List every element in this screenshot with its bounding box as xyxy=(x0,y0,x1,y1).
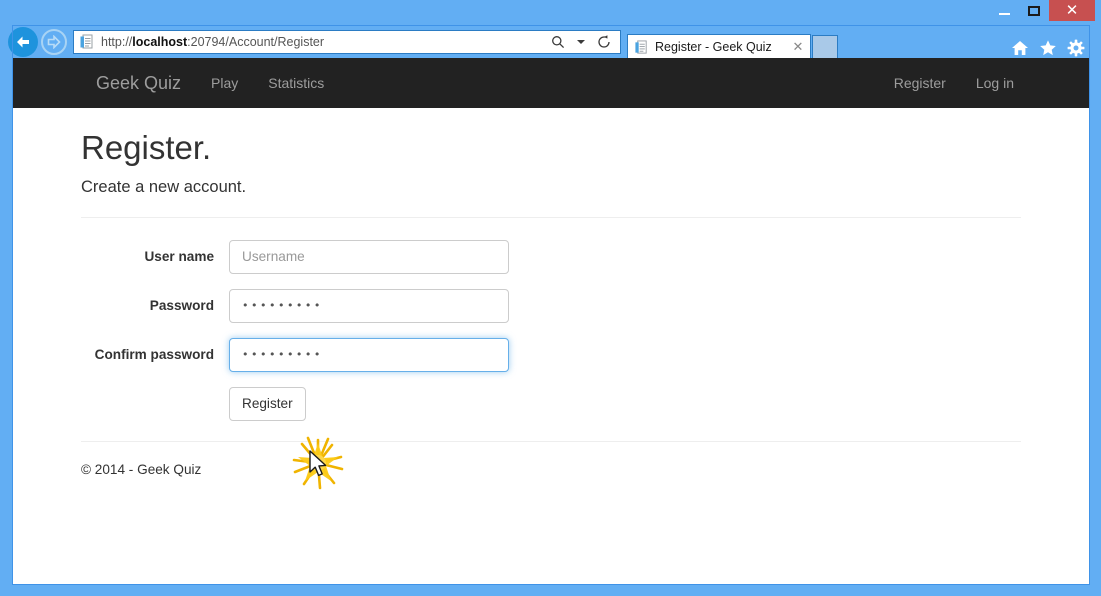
url-path: :20794/Account/Register xyxy=(187,35,324,49)
browser-toolbar: http://localhost:20794/Account/Register xyxy=(12,25,1090,58)
chevron-down-icon[interactable] xyxy=(571,32,591,52)
site-brand[interactable]: Geek Quiz xyxy=(81,58,196,108)
browser-tab[interactable]: Register - Geek Quiz ✕ xyxy=(627,34,811,59)
page-icon xyxy=(634,40,649,55)
nav-link-register[interactable]: Register xyxy=(879,58,961,108)
confirm-password-input[interactable]: ••••••••• xyxy=(229,338,509,372)
nav-link-login[interactable]: Log in xyxy=(961,58,1029,108)
page-viewport: Geek Quiz Play Statistics Register Log i… xyxy=(13,58,1089,584)
password-masked-value: ••••••••• xyxy=(242,290,323,322)
search-icon[interactable] xyxy=(548,32,568,52)
form-actions-spacer xyxy=(81,387,229,420)
tab-title: Register - Geek Quiz xyxy=(655,40,790,54)
form-row-password: Password ••••••••• xyxy=(81,289,1021,323)
site-navbar: Geek Quiz Play Statistics Register Log i… xyxy=(13,58,1089,108)
page-subtitle: Create a new account. xyxy=(81,178,1021,197)
maximize-button[interactable] xyxy=(1019,0,1049,21)
window-controls: ✕ xyxy=(989,0,1095,25)
tab-strip: Register - Geek Quiz ✕ xyxy=(627,25,1090,58)
tab-close-icon[interactable]: ✕ xyxy=(790,39,806,55)
minimize-button[interactable] xyxy=(989,0,1019,21)
page-icon xyxy=(79,34,95,50)
forward-arrow-icon xyxy=(47,35,62,49)
maximize-icon xyxy=(1028,6,1040,16)
url-host: localhost xyxy=(132,35,187,49)
label-username: User name xyxy=(81,240,229,264)
browser-command-bar xyxy=(1010,38,1090,58)
nav-link-statistics[interactable]: Statistics xyxy=(253,58,339,108)
address-url: http://localhost:20794/Account/Register xyxy=(101,35,548,49)
back-arrow-icon xyxy=(14,34,32,50)
footer-divider xyxy=(81,441,1021,442)
account-nav: Register Log in xyxy=(879,58,1029,108)
tools-gear-icon[interactable] xyxy=(1066,38,1086,58)
username-input[interactable]: Username xyxy=(229,240,509,274)
url-prefix: http:// xyxy=(101,35,132,49)
favorites-star-icon[interactable] xyxy=(1038,38,1058,58)
nav-link-play[interactable]: Play xyxy=(196,58,253,108)
confirm-password-masked-value: ••••••••• xyxy=(242,339,323,371)
address-bar-tools xyxy=(548,32,620,52)
page-title: Register. xyxy=(81,130,1021,166)
forward-button[interactable] xyxy=(41,29,67,55)
primary-nav: Play Statistics xyxy=(196,58,339,108)
home-icon[interactable] xyxy=(1010,38,1030,58)
close-icon: ✕ xyxy=(1066,3,1079,18)
close-window-button[interactable]: ✕ xyxy=(1049,0,1095,21)
footer-copyright: © 2014 - Geek Quiz xyxy=(81,462,1021,477)
form-row-confirm-password: Confirm password ••••••••• xyxy=(81,338,1021,372)
new-tab-button[interactable] xyxy=(812,35,838,59)
register-submit-button[interactable]: Register xyxy=(229,387,306,420)
password-input[interactable]: ••••••••• xyxy=(229,289,509,323)
minimize-icon xyxy=(999,13,1010,15)
label-password: Password xyxy=(81,289,229,313)
title-bar: ✕ xyxy=(0,0,1101,25)
refresh-icon[interactable] xyxy=(594,32,614,52)
page-container: Register. Create a new account. User nam… xyxy=(13,130,1089,477)
register-form: User name Username Password ••••••••• Co… xyxy=(81,218,1021,420)
browser-window: ✕ xyxy=(0,0,1101,596)
form-row-username: User name Username xyxy=(81,240,1021,274)
address-bar[interactable]: http://localhost:20794/Account/Register xyxy=(73,30,621,54)
form-actions: Register xyxy=(81,387,1021,420)
label-confirm-password: Confirm password xyxy=(81,338,229,362)
back-button[interactable] xyxy=(8,27,38,57)
